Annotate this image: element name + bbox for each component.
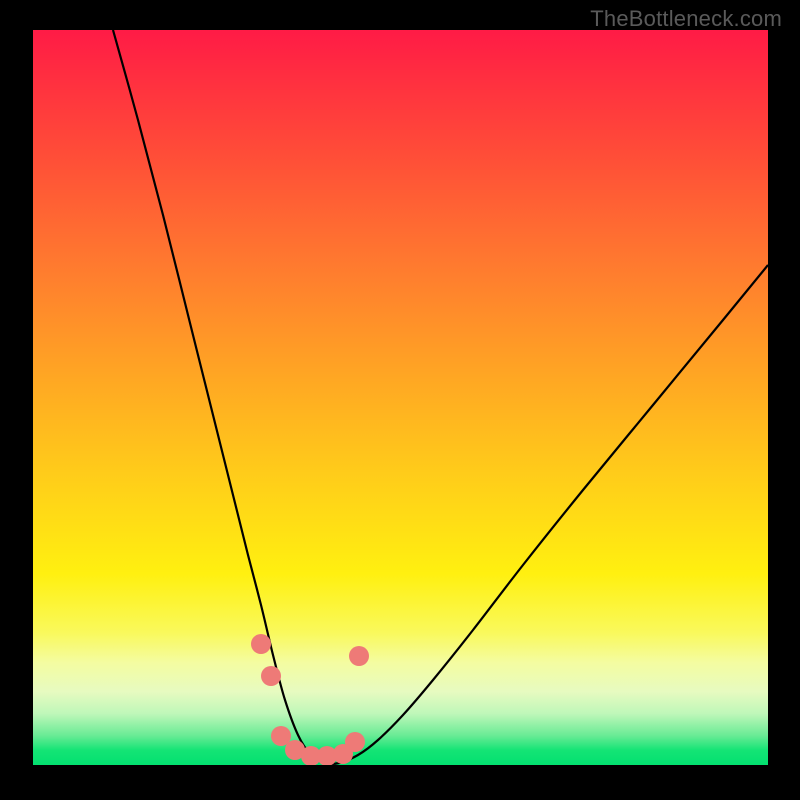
curve-layer [113, 30, 768, 764]
chart-frame: TheBottleneck.com [0, 0, 800, 800]
chart-svg [33, 30, 768, 765]
watermark-text: TheBottleneck.com [590, 6, 782, 32]
plot-area [33, 30, 768, 765]
marker-dot [251, 634, 271, 654]
marker-cluster [251, 634, 369, 765]
bottleneck-curve [113, 30, 768, 764]
marker-dot [349, 646, 369, 666]
marker-dot [345, 732, 365, 752]
marker-dot [261, 666, 281, 686]
